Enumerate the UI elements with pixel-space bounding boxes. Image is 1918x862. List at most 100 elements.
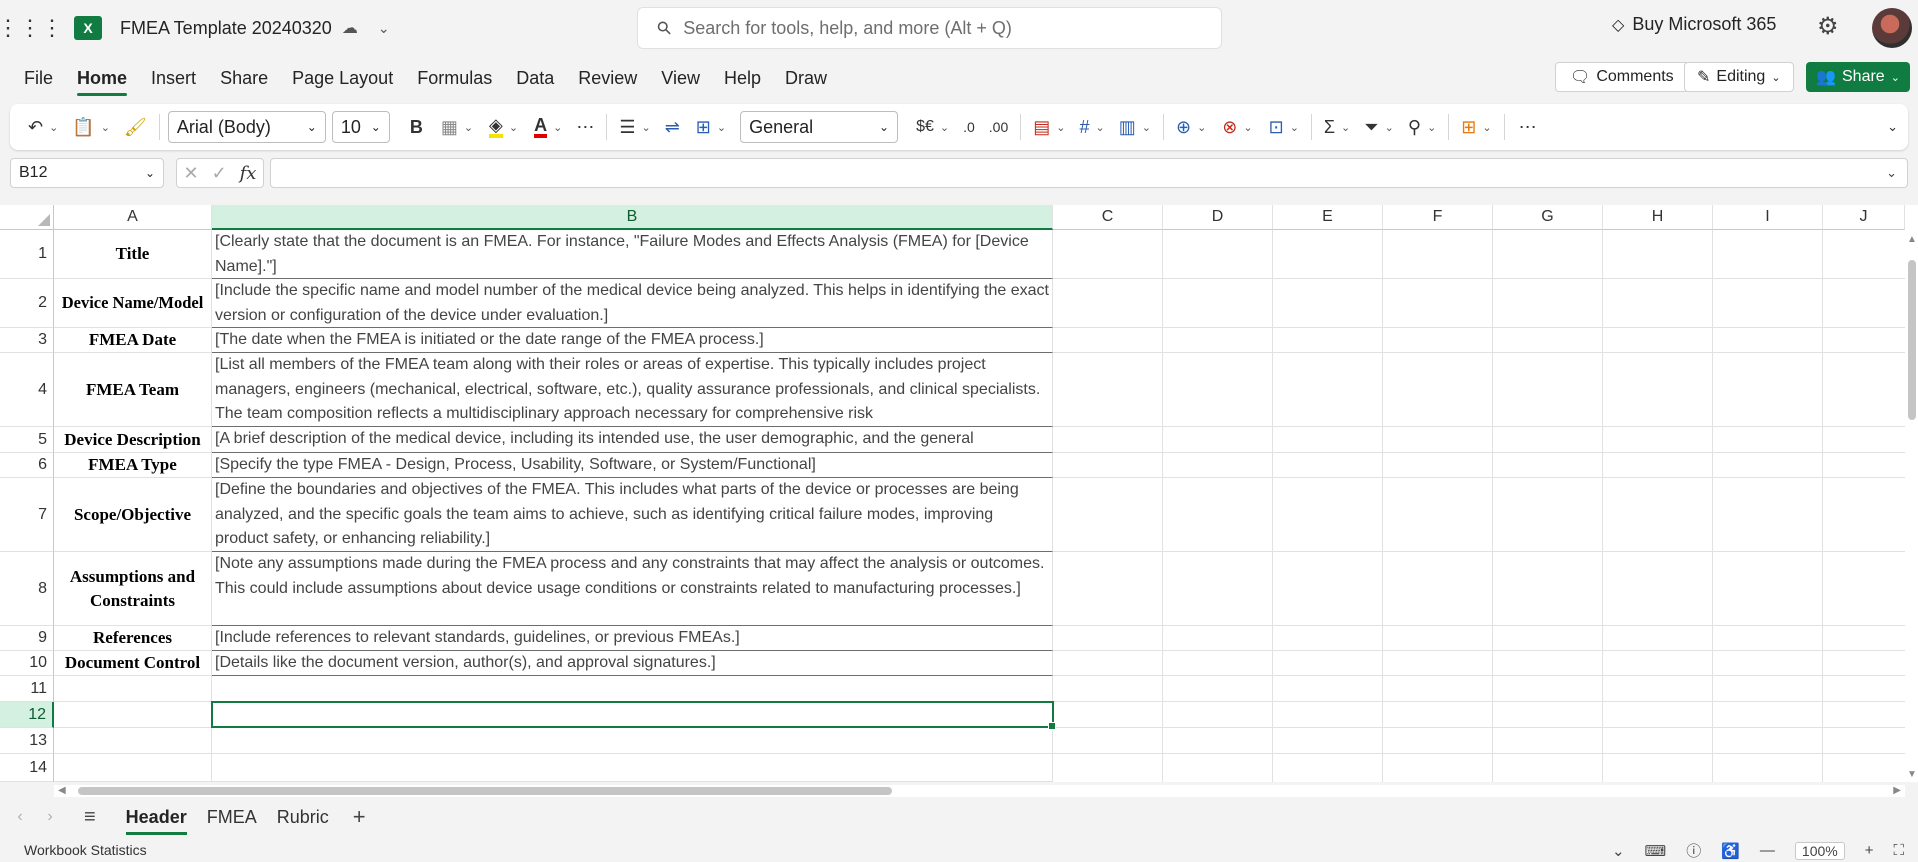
chevron-down-icon[interactable]: ⌄ — [1886, 165, 1897, 181]
name-box[interactable]: B12 ⌄ — [10, 158, 164, 188]
column-header-f[interactable]: F — [1383, 205, 1493, 230]
scroll-down-icon[interactable]: ▼ — [1907, 769, 1917, 780]
comments-button[interactable]: 🗨 Comments — [1555, 62, 1689, 92]
zoom-in-icon[interactable]: + — [1865, 842, 1874, 859]
formula-input[interactable]: ⌄ — [270, 158, 1908, 188]
label-cell[interactable]: FMEA Type — [54, 453, 212, 478]
column-header-i[interactable]: I — [1713, 205, 1823, 230]
number-format-select[interactable]: General ⌄ — [740, 111, 899, 143]
row-header[interactable]: 8 — [0, 552, 54, 626]
all-sheets-icon[interactable]: ≡ — [84, 806, 96, 829]
row-header[interactable]: 3 — [0, 328, 54, 353]
insert-function-button[interactable]: fx — [240, 163, 257, 184]
row-header[interactable]: 6 — [0, 453, 54, 478]
workbook-statistics[interactable]: Workbook Statistics — [24, 842, 147, 858]
label-cell[interactable]: FMEA Team — [54, 353, 212, 427]
empty-cell[interactable] — [54, 754, 212, 782]
tab-review[interactable]: Review — [566, 56, 649, 100]
description-cell[interactable]: [A brief description of the medical devi… — [212, 427, 1053, 453]
description-cell[interactable]: [Details like the document version, auth… — [212, 651, 1053, 676]
column-header-b[interactable]: B — [212, 205, 1053, 230]
cancel-icon[interactable]: ✕ — [183, 163, 198, 184]
autosum-icon[interactable]: Σ ⌄ — [1324, 104, 1350, 150]
more-font-options-icon[interactable]: ⋯ — [576, 104, 594, 150]
scroll-thumb[interactable] — [1908, 260, 1916, 420]
previous-sheet-icon[interactable]: ‹ — [0, 808, 40, 826]
tab-file[interactable]: File — [12, 56, 65, 100]
cell-styles-icon[interactable]: ▥ ⌄ — [1119, 104, 1151, 150]
row-header[interactable]: 1 — [0, 230, 54, 279]
column-header-j[interactable]: J — [1823, 205, 1905, 230]
expand-ribbon-icon[interactable]: ⌄ — [1887, 104, 1898, 150]
tab-page-layout[interactable]: Page Layout — [280, 56, 405, 100]
empty-cell[interactable] — [54, 676, 212, 702]
tab-insert[interactable]: Insert — [139, 56, 208, 100]
keyboard-icon[interactable]: ⌨ — [1645, 842, 1667, 860]
next-sheet-icon[interactable]: › — [40, 808, 60, 826]
column-header-a[interactable]: A — [54, 205, 212, 230]
font-size-select[interactable]: 10 ⌄ — [331, 111, 390, 143]
label-cell[interactable]: Scope/Objective — [54, 478, 212, 552]
accessibility-icon[interactable]: ♿ — [1721, 842, 1740, 860]
tab-formulas[interactable]: Formulas — [405, 56, 504, 100]
tab-view[interactable]: View — [649, 56, 712, 100]
column-header-e[interactable]: E — [1273, 205, 1383, 230]
format-as-table-icon[interactable]: # ⌄ — [1080, 104, 1105, 150]
help-icon[interactable]: ⓘ — [1686, 840, 1701, 861]
row-header[interactable]: 11 — [0, 676, 54, 702]
label-cell[interactable]: Document Control — [54, 651, 212, 676]
add-ins-icon[interactable]: ⊞ ⌄ — [1461, 104, 1491, 150]
merge-cells-icon[interactable]: ⊞ ⌄ — [696, 104, 726, 150]
row-header-selected[interactable]: 12 — [0, 702, 54, 728]
empty-cell[interactable] — [212, 728, 1053, 754]
format-painter-icon[interactable]: 🖌 — [124, 104, 147, 150]
fullscreen-icon[interactable]: ⛶ — [1893, 842, 1904, 859]
label-cell[interactable]: Device Name/Model — [54, 279, 212, 328]
paste-icon[interactable]: 📋 ⌄ — [72, 104, 110, 150]
sheet-tab-header[interactable]: Header — [116, 797, 197, 837]
zoom-out-icon[interactable]: — — [1760, 842, 1775, 859]
sort-filter-icon[interactable]: ⏷ ⌄ — [1364, 104, 1394, 150]
buy-microsoft-button[interactable]: ◇ Buy Microsoft 365 — [1612, 14, 1776, 35]
editing-mode-button[interactable]: ✎ Editing ⌄ — [1684, 62, 1794, 92]
label-cell[interactable]: References — [54, 626, 212, 651]
increase-decimal-icon[interactable]: .00 — [989, 104, 1008, 150]
select-all-button[interactable] — [0, 205, 54, 230]
tab-share[interactable]: Share — [208, 56, 280, 100]
check-icon[interactable]: ✓ — [212, 163, 227, 184]
column-header-d[interactable]: D — [1163, 205, 1273, 230]
tab-help[interactable]: Help — [712, 56, 773, 100]
gear-icon[interactable]: ⚙ — [1817, 12, 1839, 41]
row-header[interactable]: 9 — [0, 626, 54, 651]
scroll-left-icon[interactable]: ◀ — [58, 785, 66, 796]
sheet-tab-fmea[interactable]: FMEA — [197, 797, 267, 837]
find-icon[interactable]: ⚲ ⌄ — [1408, 104, 1436, 150]
font-name-select[interactable]: Arial (Body) ⌄ — [167, 111, 326, 143]
currency-format-button[interactable]: $€ ⌄ — [916, 104, 949, 150]
vertical-scrollbar[interactable]: ▲ ▼ — [1905, 230, 1918, 782]
column-header-c[interactable]: C — [1053, 205, 1163, 230]
label-cell[interactable]: Assumptions and Constraints — [54, 552, 212, 626]
scroll-thumb[interactable] — [78, 787, 892, 795]
row-header[interactable]: 10 — [0, 651, 54, 676]
label-cell[interactable]: Title — [54, 230, 212, 279]
format-cells-icon[interactable]: ⊡ ⌄ — [1269, 104, 1299, 150]
row-header[interactable]: 14 — [0, 754, 54, 782]
scroll-right-icon[interactable]: ▶ — [1893, 785, 1901, 796]
description-cell[interactable]: [Include references to relevant standard… — [212, 626, 1053, 651]
label-cell[interactable]: FMEA Date — [54, 328, 212, 353]
share-button[interactable]: 👥 Share ⌄ — [1806, 62, 1910, 92]
bold-button[interactable]: B — [410, 104, 423, 150]
zoom-level[interactable]: 100% — [1794, 841, 1845, 860]
chevron-down-icon[interactable]: ⌄ — [1612, 842, 1625, 860]
description-cell[interactable]: [Clearly state that the document is an F… — [212, 230, 1053, 279]
conditional-formatting-icon[interactable]: ▤ ⌄ — [1033, 104, 1065, 150]
app-launcher-icon[interactable]: ⋮⋮⋮ — [0, 0, 63, 56]
description-cell[interactable]: [Note any assumptions made during the FM… — [212, 552, 1053, 626]
more-options-icon[interactable]: ⋯ — [1519, 104, 1537, 150]
tab-draw[interactable]: Draw — [773, 56, 839, 100]
chevron-down-icon[interactable]: ⌄ — [378, 20, 390, 37]
description-cell[interactable]: [List all members of the FMEA team along… — [212, 353, 1053, 427]
horizontal-scrollbar[interactable]: ◀ ▶ — [54, 785, 1905, 797]
font-color-icon[interactable]: A ⌄ — [534, 104, 562, 150]
